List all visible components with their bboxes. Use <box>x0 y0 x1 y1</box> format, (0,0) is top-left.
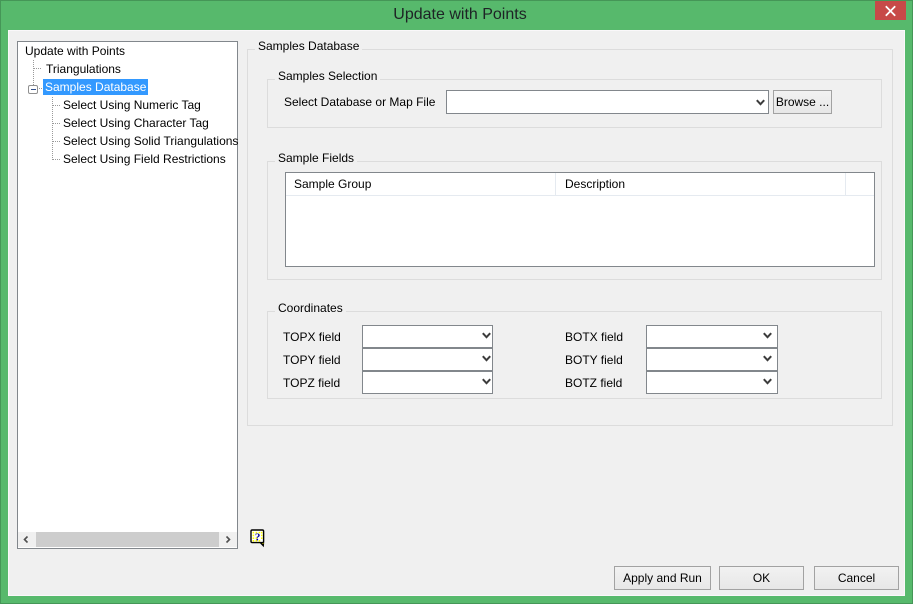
svg-text:?: ? <box>255 531 261 543</box>
